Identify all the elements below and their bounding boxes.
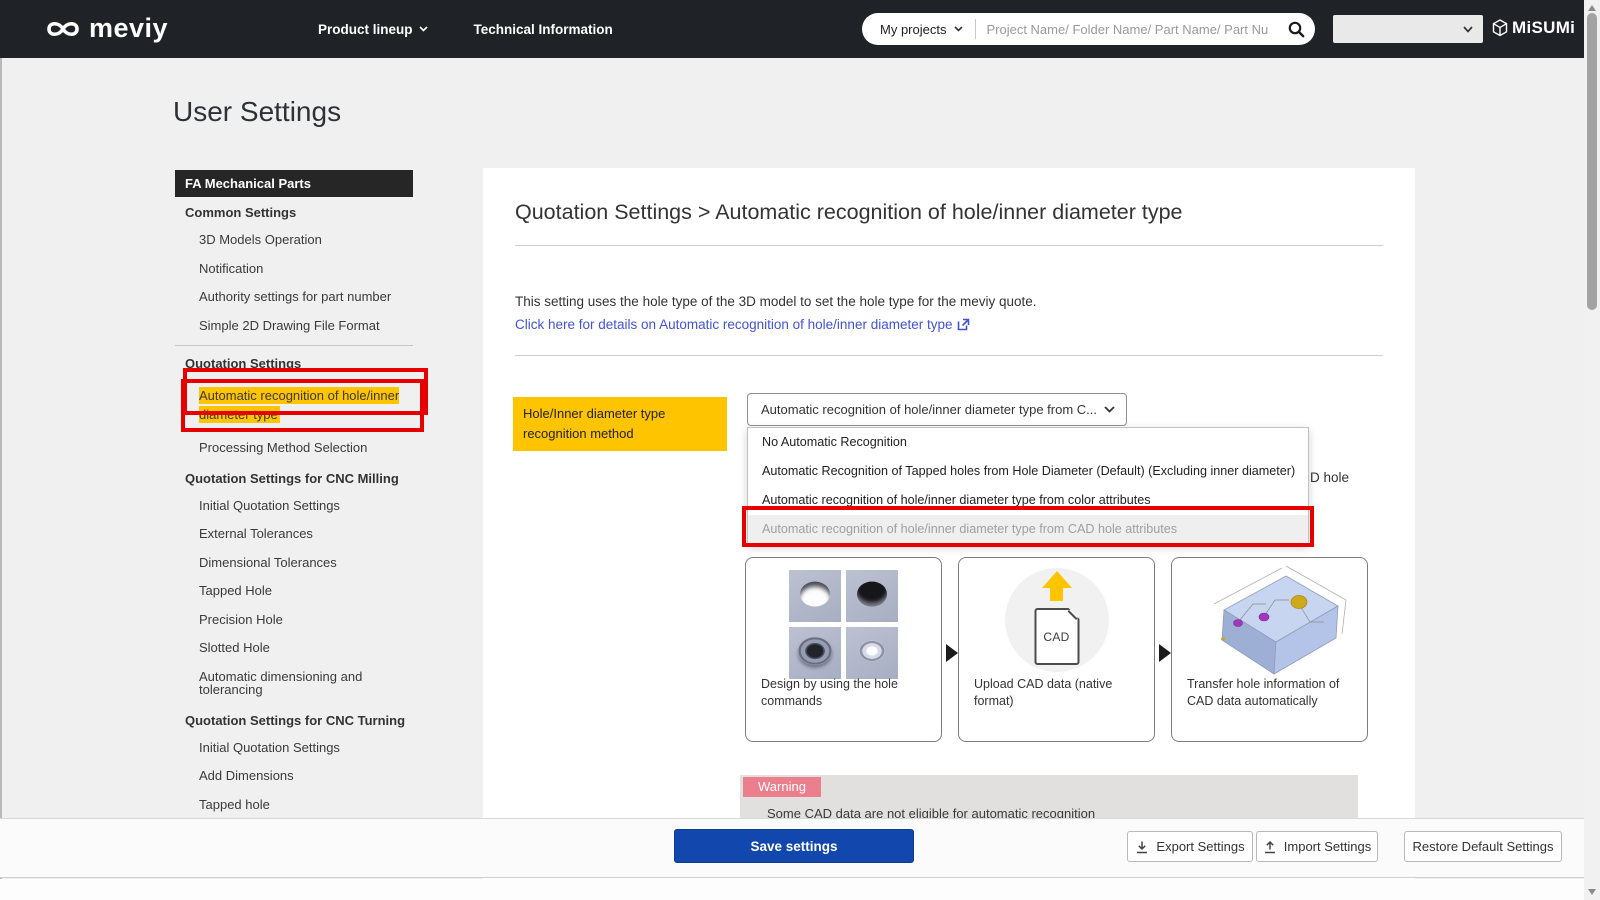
option-no-automatic-recognition[interactable]: No Automatic Recognition	[748, 428, 1308, 457]
save-settings-button[interactable]: Save settings	[674, 829, 914, 863]
sidebar-item-notification[interactable]: Notification	[175, 255, 413, 284]
divider	[515, 355, 1383, 356]
page-title: User Settings	[173, 96, 341, 128]
search-scope-select[interactable]: My projects	[862, 19, 976, 39]
recognition-method-option-list: No Automatic Recognition Automatic Recog…	[747, 427, 1309, 545]
option-from-cad-hole-attributes[interactable]: Automatic recognition of hole/inner diam…	[748, 515, 1308, 544]
divider	[515, 245, 1383, 246]
meviy-user-settings-page: meviy Product lineup Technical Informati…	[0, 0, 1600, 900]
card-design-hole-commands: Design by using the hole commands	[745, 557, 942, 742]
obscured-text-fragment: D hole	[1310, 470, 1349, 485]
flow-arrow-icon	[946, 644, 958, 662]
scrollbar-down-arrow-icon[interactable]	[1588, 889, 1596, 895]
sidebar-item-precision-hole-milling[interactable]: Precision Hole	[175, 606, 413, 635]
sidebar-divider	[175, 345, 413, 346]
chevron-down-icon	[1104, 406, 1115, 413]
nav-technical-information[interactable]: Technical Information	[474, 22, 613, 37]
hole-types-illustration	[789, 570, 898, 679]
settings-action-bar: Save settings Export Settings Import Set…	[0, 818, 1585, 878]
chevron-down-icon	[954, 26, 963, 32]
setting-description: This setting uses the hole type of the 3…	[515, 294, 1037, 309]
recognition-method-label: Hole/Inner diameter type recognition met…	[513, 397, 727, 451]
meviy-logo-text: meviy	[89, 13, 168, 44]
chevron-down-icon	[419, 26, 428, 32]
sidebar-item-simple-2d-drawing[interactable]: Simple 2D Drawing File Format	[175, 312, 413, 341]
search-input[interactable]	[976, 22, 1277, 37]
sidebar-item-automatic-dimensioning[interactable]: Automatic dimensioning and tolerancing	[175, 663, 413, 705]
sidebar-item-external-tolerances[interactable]: External Tolerances	[175, 520, 413, 549]
sidebar-item-authority-settings[interactable]: Authority settings for part number	[175, 283, 413, 312]
external-link-icon	[957, 318, 970, 331]
card-upload-cad-data: CAD Upload CAD data (native format)	[958, 557, 1155, 742]
upload-arrow-icon	[1042, 571, 1072, 601]
content-heading: Quotation Settings > Automatic recogniti…	[515, 200, 1183, 225]
sidebar-item-3d-models-operation[interactable]: 3D Models Operation	[175, 226, 413, 255]
meviy-logo[interactable]: meviy	[44, 13, 168, 44]
download-icon	[1135, 840, 1149, 854]
card-label: Design by using the hole commands	[761, 676, 933, 710]
sidebar-section-common-settings: Common Settings	[175, 197, 413, 226]
details-link[interactable]: Click here for details on Automatic reco…	[515, 317, 970, 332]
header-nav: Product lineup Technical Information	[318, 0, 613, 58]
nav-product-lineup[interactable]: Product lineup	[318, 22, 428, 37]
option-tapped-holes-from-hole-diameter[interactable]: Automatic Recognition of Tapped holes fr…	[748, 457, 1308, 486]
sidebar-item-tapped-hole-turning[interactable]: Tapped hole	[175, 791, 413, 820]
card-label: Upload CAD data (native format)	[974, 676, 1146, 710]
upload-icon	[1263, 840, 1277, 854]
sidebar-category-fa-mechanical-parts: FA Mechanical Parts	[175, 170, 413, 197]
sidebar-section-quotation-cnc-milling: Quotation Settings for CNC Milling	[175, 463, 413, 492]
search-icon[interactable]	[1277, 13, 1315, 45]
top-header-bar: meviy Product lineup Technical Informati…	[0, 0, 1585, 58]
cad-file-icon: CAD	[1034, 608, 1079, 665]
option-from-color-attributes[interactable]: Automatic recognition of hole/inner diam…	[748, 486, 1308, 515]
misumi-logo-text: MiSUMi	[1512, 18, 1575, 38]
scrollbar-up-arrow-icon[interactable]	[1588, 5, 1596, 11]
settings-content-panel: Quotation Settings > Automatic recogniti…	[483, 168, 1415, 884]
window-bottom-strip	[0, 879, 1585, 900]
settings-sidebar: FA Mechanical Parts Common Settings 3D M…	[175, 170, 413, 840]
sidebar-item-initial-quotation-settings-milling[interactable]: Initial Quotation Settings	[175, 492, 413, 521]
card-transfer-hole-information: Transfer hole information of CAD data au…	[1171, 557, 1368, 742]
card-label: Transfer hole information of CAD data au…	[1187, 676, 1359, 710]
sidebar-item-initial-quotation-settings-turning[interactable]: Initial Quotation Settings	[175, 734, 413, 763]
export-settings-button[interactable]: Export Settings	[1127, 831, 1253, 862]
flow-arrow-icon	[1159, 644, 1171, 662]
scrollbar-thumb[interactable]	[1587, 13, 1597, 310]
import-settings-button[interactable]: Import Settings	[1256, 831, 1378, 862]
sidebar-active-item-annotation: Automatic recognition of hole/inner diam…	[181, 379, 424, 432]
sidebar-item-tapped-hole-milling[interactable]: Tapped Hole	[175, 577, 413, 606]
misumi-logo[interactable]: MiSUMi	[1492, 18, 1575, 38]
global-search: My projects	[862, 13, 1315, 45]
vertical-scrollbar[interactable]	[1584, 0, 1600, 900]
recognition-method-select[interactable]: Automatic recognition of hole/inner diam…	[747, 393, 1127, 426]
restore-default-settings-button[interactable]: Restore Default Settings	[1404, 831, 1562, 862]
misumi-cube-icon	[1492, 19, 1508, 37]
sidebar-section-quotation-settings: Quotation Settings	[175, 348, 413, 377]
warning-badge: Warning	[743, 777, 821, 797]
meviy-infinity-icon	[44, 18, 82, 40]
sidebar-item-dimensional-tolerances[interactable]: Dimensional Tolerances	[175, 549, 413, 578]
sidebar-section-quotation-cnc-turning: Quotation Settings for CNC Turning	[175, 705, 413, 734]
sidebar-item-processing-method-selection[interactable]: Processing Method Selection	[175, 434, 413, 463]
header-account-select[interactable]	[1333, 15, 1483, 43]
sidebar-item-add-dimensions[interactable]: Add Dimensions	[175, 762, 413, 791]
sidebar-item-automatic-recognition-hole-type[interactable]: Automatic recognition of hole/inner diam…	[199, 387, 399, 423]
sidebar-item-slotted-hole[interactable]: Slotted Hole	[175, 634, 413, 663]
cad-block-illustration	[1186, 560, 1356, 678]
chevron-down-icon	[1463, 26, 1473, 33]
